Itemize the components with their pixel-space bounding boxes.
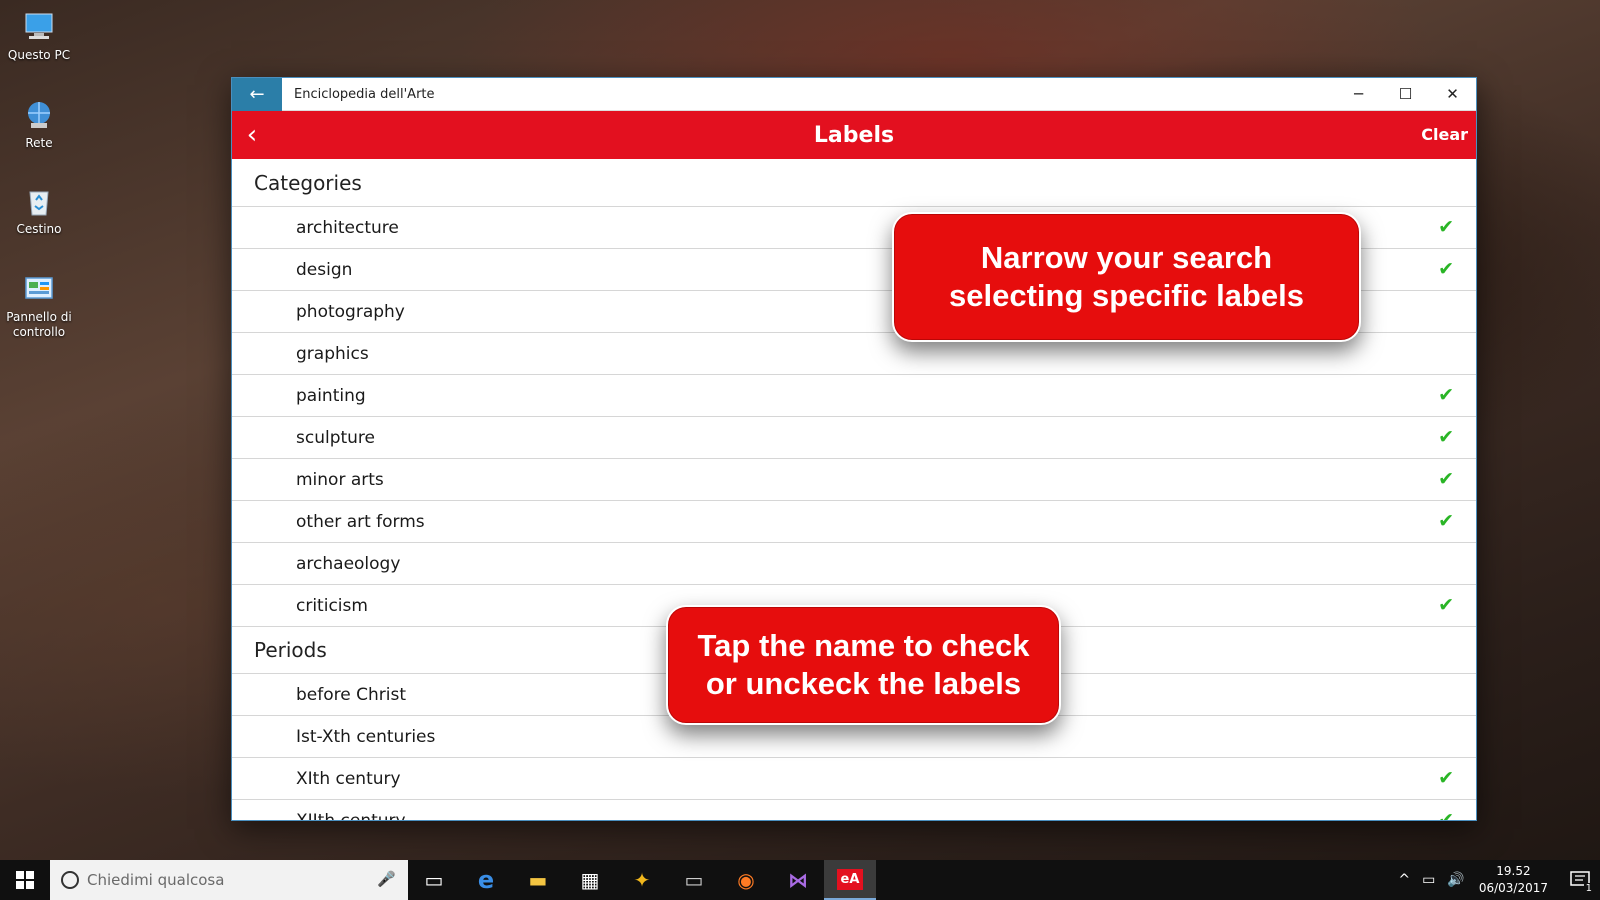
checkmark-icon: ✔ — [1438, 510, 1454, 532]
taskbar-file-explorer[interactable]: ▬ — [512, 860, 564, 900]
app-icon: ✦ — [633, 868, 651, 892]
callout-narrow-search: Narrow your search selecting specific la… — [892, 212, 1361, 342]
label-row-painting[interactable]: painting ✔ — [232, 375, 1476, 417]
label-row-archaeology[interactable]: archaeology — [232, 543, 1476, 585]
maximize-button[interactable]: ☐ — [1382, 78, 1429, 111]
window-back-button[interactable]: ← — [232, 78, 282, 111]
checkmark-icon: ✔ — [1438, 216, 1454, 238]
checkmark-icon: ✔ — [1438, 468, 1454, 490]
cortana-icon — [61, 871, 79, 889]
label-name: minor arts — [296, 469, 384, 490]
clock-time: 19.52 — [1496, 864, 1531, 878]
taskbar-task-view[interactable]: ▭ — [408, 860, 460, 900]
volume-icon[interactable]: 🔊 — [1447, 872, 1464, 888]
label-name: sculpture — [296, 427, 376, 448]
desktop-icon-rete[interactable]: Rete — [4, 98, 74, 151]
desktop-icon-pannello-di-controllo[interactable]: Pannello di controllo — [4, 272, 74, 340]
chevron-up-icon[interactable]: ^ — [1398, 872, 1410, 888]
app-header: ‹ Labels Clear — [232, 111, 1476, 159]
label-name: photography — [296, 301, 405, 322]
label-name: design — [296, 259, 353, 280]
store-icon: ▦ — [580, 868, 600, 892]
taskbar-app-yellow[interactable]: ✦ — [616, 860, 668, 900]
label-name: before Christ — [296, 684, 406, 705]
label-name: XIth century — [296, 768, 401, 789]
label-row-xith-century[interactable]: XIth century ✔ — [232, 758, 1476, 800]
label-row-minor-arts[interactable]: minor arts ✔ — [232, 459, 1476, 501]
window-title: Enciclopedia dell'Arte — [294, 86, 435, 102]
desktop-icon-label: Pannello di controllo — [6, 310, 72, 339]
checkmark-icon: ✔ — [1438, 426, 1454, 448]
taskbar-visual-studio[interactable]: ⋈ — [772, 860, 824, 900]
clock[interactable]: 19.52 06/03/2017 — [1479, 863, 1548, 897]
folder-icon: ▬ — [528, 868, 548, 892]
label-row-sculpture[interactable]: sculpture ✔ — [232, 417, 1476, 459]
taskbar: Chiedimi qualcosa 🎤 ▭ e ▬ ▦ ✦ ▭ ◉ ⋈ eA ^… — [0, 860, 1600, 900]
checkmark-icon: ✔ — [1438, 809, 1454, 820]
chevron-left-icon: ‹ — [246, 120, 258, 150]
section-header-categories: Categories — [232, 160, 1476, 207]
system-tray: ^ ▭ 🔊 19.52 06/03/2017 1 — [1392, 860, 1600, 900]
recycle-bin-icon — [22, 184, 56, 218]
minimize-icon: ─ — [1353, 85, 1364, 103]
label-name: XIIth century — [296, 811, 406, 821]
label-name: painting — [296, 385, 366, 406]
clear-button[interactable]: Clear — [1421, 125, 1468, 144]
minimize-button[interactable]: ─ — [1335, 78, 1382, 111]
label-name: architecture — [296, 217, 399, 238]
search-placeholder: Chiedimi qualcosa — [87, 871, 225, 889]
desktop-icon-label: Cestino — [16, 222, 62, 236]
label-row-xiith-century[interactable]: XIIth century ✔ — [232, 800, 1476, 820]
computer-icon — [22, 10, 56, 44]
checkmark-icon: ✔ — [1438, 767, 1454, 789]
desktop-icon-label: Questo PC — [7, 48, 71, 62]
arrow-left-icon: ← — [249, 83, 265, 105]
network-tray-icon[interactable]: ▭ — [1422, 872, 1435, 888]
control-panel-icon — [22, 272, 56, 306]
close-button[interactable]: ✕ — [1429, 78, 1476, 111]
checkmark-icon: ✔ — [1438, 258, 1454, 280]
notification-count: 1 — [1583, 883, 1594, 894]
start-button[interactable] — [0, 860, 50, 900]
enciclopedia-arte-icon: eA — [836, 868, 864, 890]
label-name: Ist-Xth centuries — [296, 726, 436, 747]
firefox-icon: ◉ — [737, 868, 755, 892]
page-title: Labels — [813, 122, 895, 148]
checkmark-icon: ✔ — [1438, 384, 1454, 406]
taskbar-firefox[interactable]: ◉ — [720, 860, 772, 900]
taskbar-edge[interactable]: e — [460, 860, 512, 900]
search-box[interactable]: Chiedimi qualcosa 🎤 — [50, 860, 408, 900]
taskbar-store[interactable]: ▦ — [564, 860, 616, 900]
action-center-button[interactable]: 1 — [1560, 860, 1600, 900]
network-icon — [22, 98, 56, 132]
clock-date: 06/03/2017 — [1478, 881, 1548, 895]
checkmark-icon: ✔ — [1438, 594, 1454, 616]
header-back-button[interactable]: ‹ — [232, 111, 272, 159]
visual-studio-icon: ⋈ — [788, 868, 808, 892]
close-icon: ✕ — [1446, 85, 1459, 103]
edge-icon: e — [477, 866, 495, 894]
window-titlebar[interactable]: ← Enciclopedia dell'Arte ─ ☐ ✕ — [232, 78, 1476, 111]
label-name: archaeology — [296, 553, 401, 574]
windows-logo-icon — [16, 871, 34, 889]
callout-tap-name: Tap the name to check or unckeck the lab… — [666, 605, 1061, 725]
task-view-icon: ▭ — [424, 868, 444, 892]
label-name: other art forms — [296, 511, 425, 532]
desktop-icon-questo-pc[interactable]: Questo PC — [4, 10, 74, 63]
label-row-other-art-forms[interactable]: other art forms ✔ — [232, 501, 1476, 543]
desktop-icon-label: Rete — [25, 136, 53, 150]
maximize-icon: ☐ — [1398, 85, 1413, 103]
desktop-icon-cestino[interactable]: Cestino — [4, 184, 74, 237]
label-name: graphics — [296, 343, 369, 364]
terminal-icon: ▭ — [684, 868, 704, 892]
taskbar-enciclopedia-arte[interactable]: eA — [824, 860, 876, 900]
label-name: criticism — [296, 595, 368, 616]
microphone-icon[interactable]: 🎤 — [377, 870, 396, 888]
taskbar-terminal[interactable]: ▭ — [668, 860, 720, 900]
